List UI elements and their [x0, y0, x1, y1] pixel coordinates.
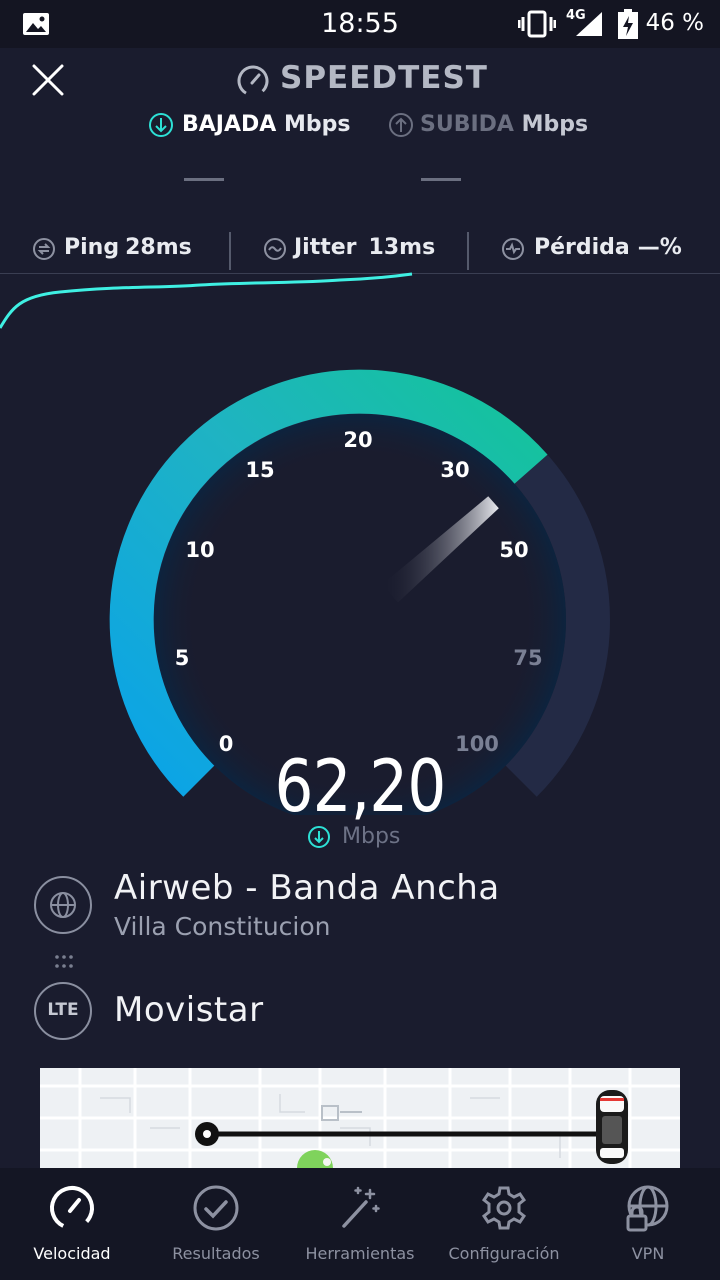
speedometer-icon [50, 1186, 94, 1230]
tab-upload-unit: Mbps [521, 112, 589, 137]
gauge-tick-10: 10 [185, 538, 215, 562]
globe-icon [50, 892, 76, 918]
speed-graph [0, 272, 413, 329]
gauge-tick-20: 20 [343, 428, 373, 452]
check-circle-icon [193, 1185, 239, 1231]
tab-download-label: BAJADA [182, 112, 277, 137]
page-title: SPEEDTEST [280, 60, 488, 96]
upload-arrow-icon [389, 113, 413, 137]
lte-badge-label: LTE [47, 1000, 79, 1020]
loss-label: Pérdida [534, 235, 630, 260]
tab-upload-label: SUBIDA [420, 112, 514, 137]
car-marker-icon [596, 1090, 628, 1164]
nav-label: VPN [631, 1244, 665, 1263]
nav-item-herramientas[interactable]: Herramientas [288, 1168, 432, 1280]
speed-unit: Mbps [342, 824, 401, 849]
gauge-tick-5: 5 [174, 646, 190, 670]
close-icon[interactable] [32, 64, 64, 96]
speedtest-logo-icon [237, 65, 269, 97]
magic-wand-icon [342, 1186, 380, 1228]
metric-divider [467, 232, 469, 270]
upload-value-placeholder [421, 178, 461, 181]
loss-metric: Pérdida —% [534, 235, 682, 260]
packet-loss-icon [502, 238, 524, 260]
gauge-tick-75: 75 [513, 646, 543, 670]
jitter-metric: Jitter 13ms [294, 235, 435, 260]
map-streets [40, 1068, 680, 1168]
battery-percent: 46 % [645, 10, 704, 36]
download-arrow-icon [149, 113, 173, 137]
nav-item-configuracion[interactable]: Configuración [432, 1168, 576, 1280]
nav-label: Velocidad [33, 1244, 111, 1263]
nav-label: Herramientas [305, 1244, 415, 1263]
metric-divider [229, 232, 231, 270]
carrier-badge[interactable]: LTE [34, 982, 92, 1040]
nav-label: Resultados [172, 1244, 260, 1263]
carrier-name: Movistar [114, 990, 264, 1030]
clock: 18:55 [321, 8, 399, 39]
ping-value: 28ms [125, 235, 192, 260]
speed-value: 62,20 [274, 744, 447, 828]
server-map[interactable] [40, 1068, 680, 1168]
connector-dots-icon [55, 955, 73, 968]
nav-label: Configuración [448, 1244, 560, 1263]
ping-metric: Ping 28ms [64, 235, 192, 260]
download-arrow-icon [308, 826, 330, 848]
jitter-label: Jitter [294, 235, 357, 260]
gear-icon [481, 1186, 527, 1230]
nav-item-velocidad[interactable]: Velocidad [0, 1168, 144, 1280]
signal-icon [576, 12, 602, 36]
loss-value: —% [637, 235, 682, 260]
gauge-tick-15: 15 [245, 458, 275, 482]
nav-item-resultados[interactable]: Resultados [144, 1168, 288, 1280]
isp-badge[interactable] [34, 876, 92, 934]
ping-label: Ping [64, 235, 120, 260]
gauge-tick-30: 30 [440, 458, 470, 482]
globe-lock-icon [626, 1185, 669, 1232]
jitter-value: 13ms [368, 235, 436, 260]
isp-name: Airweb - Banda Ancha [114, 868, 500, 908]
gauge-tick-50: 50 [499, 538, 529, 562]
tab-download-unit: Mbps [283, 112, 351, 137]
vibrate-icon [518, 10, 556, 38]
battery-charging-icon [618, 9, 638, 39]
jitter-icon [264, 238, 286, 260]
nav-item-vpn[interactable]: VPN [576, 1168, 720, 1280]
download-value-placeholder [184, 178, 224, 181]
bottom-navigation: Velocidad Resultados Herramientas Config… [0, 1168, 720, 1280]
isp-location: Villa Constitucion [114, 912, 331, 941]
status-bar: 18:55 4G 46 % [0, 0, 720, 48]
ping-icon [33, 238, 55, 260]
